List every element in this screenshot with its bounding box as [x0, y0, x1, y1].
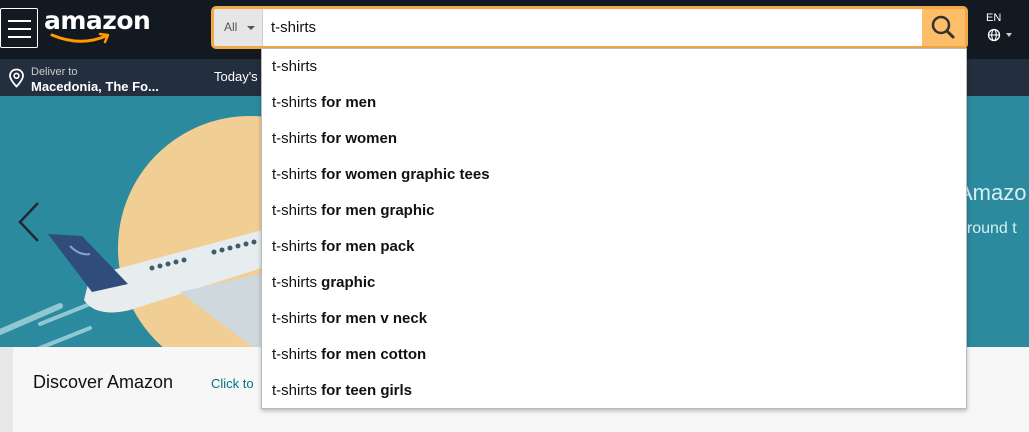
suggestion-item[interactable]: t-shirts: [262, 49, 966, 85]
suggestion-suffix: for men: [317, 94, 377, 111]
hamburger-icon[interactable]: [0, 8, 38, 48]
discover-link[interactable]: Click to: [211, 376, 254, 391]
suggestion-item[interactable]: t-shirts for men: [262, 85, 966, 121]
deliver-label: Deliver to: [31, 66, 78, 78]
suggestion-prefix: t-shirts: [272, 346, 317, 363]
magnifier-icon: [931, 15, 955, 39]
hero-headline: Amazo: [958, 180, 1027, 205]
suggestion-suffix: graphic: [317, 274, 376, 291]
suggestion-prefix: t-shirts: [272, 166, 317, 183]
suggestion-prefix: t-shirts: [272, 274, 317, 291]
discover-title: Discover Amazon: [33, 372, 174, 392]
deliver-to-location[interactable]: Deliver to Macedonia, The Fo...: [8, 63, 208, 94]
suggestion-prefix: t-shirts: [272, 238, 317, 255]
suggestion-item[interactable]: t-shirts graphic: [262, 265, 966, 301]
suggestion-suffix: for men pack: [317, 238, 415, 255]
suggestion-prefix: t-shirts: [272, 58, 317, 75]
suggestion-suffix: for women graphic tees: [317, 166, 490, 183]
suggestion-item[interactable]: t-shirts for men v neck: [262, 301, 966, 337]
suggestion-prefix: t-shirts: [272, 382, 317, 399]
search-department-label: All: [224, 20, 238, 34]
suggestion-item[interactable]: t-shirts for teen girls: [262, 373, 966, 409]
smile-arrow-icon: [50, 32, 110, 44]
caret-down-icon: [247, 26, 255, 30]
search-bar: All: [211, 6, 968, 49]
chevron-left-icon[interactable]: [14, 200, 44, 244]
language-selector[interactable]: EN: [984, 12, 1024, 46]
search-button[interactable]: [922, 9, 965, 46]
amazon-logo[interactable]: amazon: [44, 6, 151, 46]
location-pin-icon: [9, 68, 24, 88]
search-input[interactable]: [263, 9, 923, 46]
search-suggestions-dropdown: t-shirts t-shirts for men t-shirts for w…: [261, 48, 967, 409]
suggestion-item[interactable]: t-shirts for men cotton: [262, 337, 966, 373]
suggestion-prefix: t-shirts: [272, 94, 317, 111]
language-code: EN: [986, 12, 1002, 24]
deliver-location: Macedonia, The Fo...: [31, 79, 159, 94]
suggestion-item[interactable]: t-shirts for men pack: [262, 229, 966, 265]
nav-link-todays-deals[interactable]: Today's: [214, 69, 258, 84]
suggestion-prefix: t-shirts: [272, 130, 317, 147]
suggestion-prefix: t-shirts: [272, 310, 317, 327]
suggestion-item[interactable]: t-shirts for men graphic: [262, 193, 966, 229]
search-department-select[interactable]: All: [214, 9, 263, 46]
suggestion-item[interactable]: t-shirts for women: [262, 121, 966, 157]
logo-text: amazon: [44, 6, 151, 35]
suggestion-suffix: for teen girls: [317, 382, 413, 399]
suggestion-prefix: t-shirts: [272, 202, 317, 219]
suggestion-suffix: for men v neck: [317, 310, 428, 327]
suggestion-suffix: for women: [317, 130, 398, 147]
globe-icon: [987, 28, 1001, 42]
caret-down-icon: [1006, 33, 1012, 37]
suggestion-item[interactable]: t-shirts for women graphic tees: [262, 157, 966, 193]
suggestion-suffix: for men cotton: [317, 346, 427, 363]
suggestion-suffix: for men graphic: [317, 202, 435, 219]
